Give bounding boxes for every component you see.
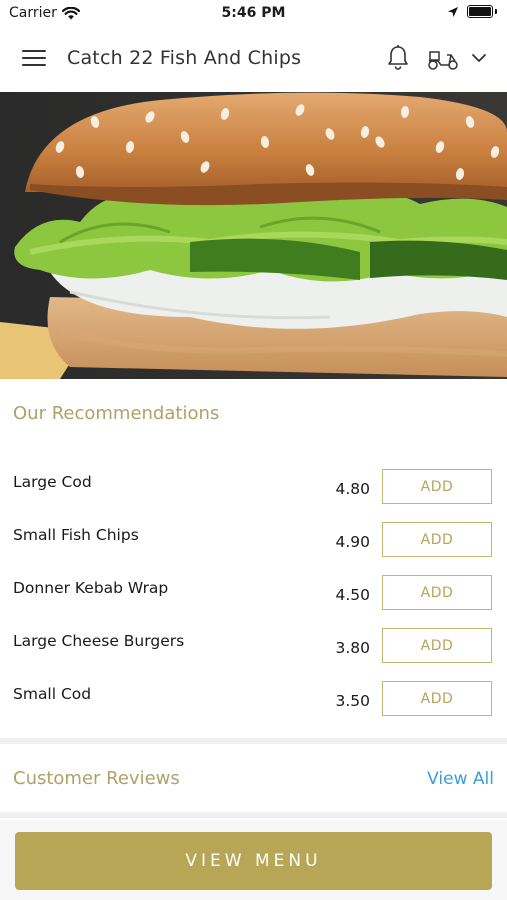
menu-item-row: Large Cheese Burgers 3.80 ADD <box>0 628 507 668</box>
menu-item-row: Small Cod 3.50 ADD <box>0 681 507 721</box>
item-price: 3.50 <box>335 692 370 710</box>
app-header: Catch 22 Fish And Chips <box>0 28 507 92</box>
item-name: Small Fish Chips <box>13 526 139 544</box>
status-right <box>447 5 497 18</box>
reviews-title: Customer Reviews <box>13 768 180 789</box>
view-all-link[interactable]: View All <box>427 769 494 789</box>
add-button[interactable]: ADD <box>382 681 492 716</box>
add-button[interactable]: ADD <box>382 575 492 610</box>
menu-item-row: Small Fish Chips 4.90 ADD <box>0 522 507 562</box>
burger-illustration <box>0 92 507 379</box>
view-menu-button[interactable]: VIEW MENU <box>15 832 492 890</box>
section-divider <box>0 812 507 818</box>
battery-icon <box>467 5 493 18</box>
section-divider <box>0 738 507 744</box>
delivery-scooter-icon[interactable] <box>426 46 460 72</box>
item-name: Donner Kebab Wrap <box>13 579 169 597</box>
hero-image <box>0 92 507 379</box>
location-arrow-icon <box>448 6 458 17</box>
menu-item-row: Donner Kebab Wrap 4.50 ADD <box>0 575 507 615</box>
item-price: 4.80 <box>335 480 370 498</box>
status-time: 5:46 PM <box>221 5 286 21</box>
restaurant-title: Catch 22 Fish And Chips <box>67 47 302 69</box>
item-price: 4.90 <box>335 533 370 551</box>
battery-cap <box>495 9 497 14</box>
recommendations-title: Our Recommendations <box>13 403 220 424</box>
chevron-down-icon[interactable] <box>471 50 487 66</box>
menu-item-row: Large Cod 4.80 ADD <box>0 469 507 509</box>
item-name: Large Cod <box>13 473 92 491</box>
bell-icon[interactable] <box>386 44 410 72</box>
item-name: Large Cheese Burgers <box>13 632 185 650</box>
add-button[interactable]: ADD <box>382 522 492 557</box>
add-button[interactable]: ADD <box>382 469 492 504</box>
item-price: 4.50 <box>335 586 370 604</box>
menu-icon[interactable] <box>22 50 46 68</box>
item-price: 3.80 <box>335 639 370 657</box>
add-button[interactable]: ADD <box>382 628 492 663</box>
item-name: Small Cod <box>13 685 92 703</box>
status-bar: Carrier 5:46 PM <box>0 0 507 28</box>
